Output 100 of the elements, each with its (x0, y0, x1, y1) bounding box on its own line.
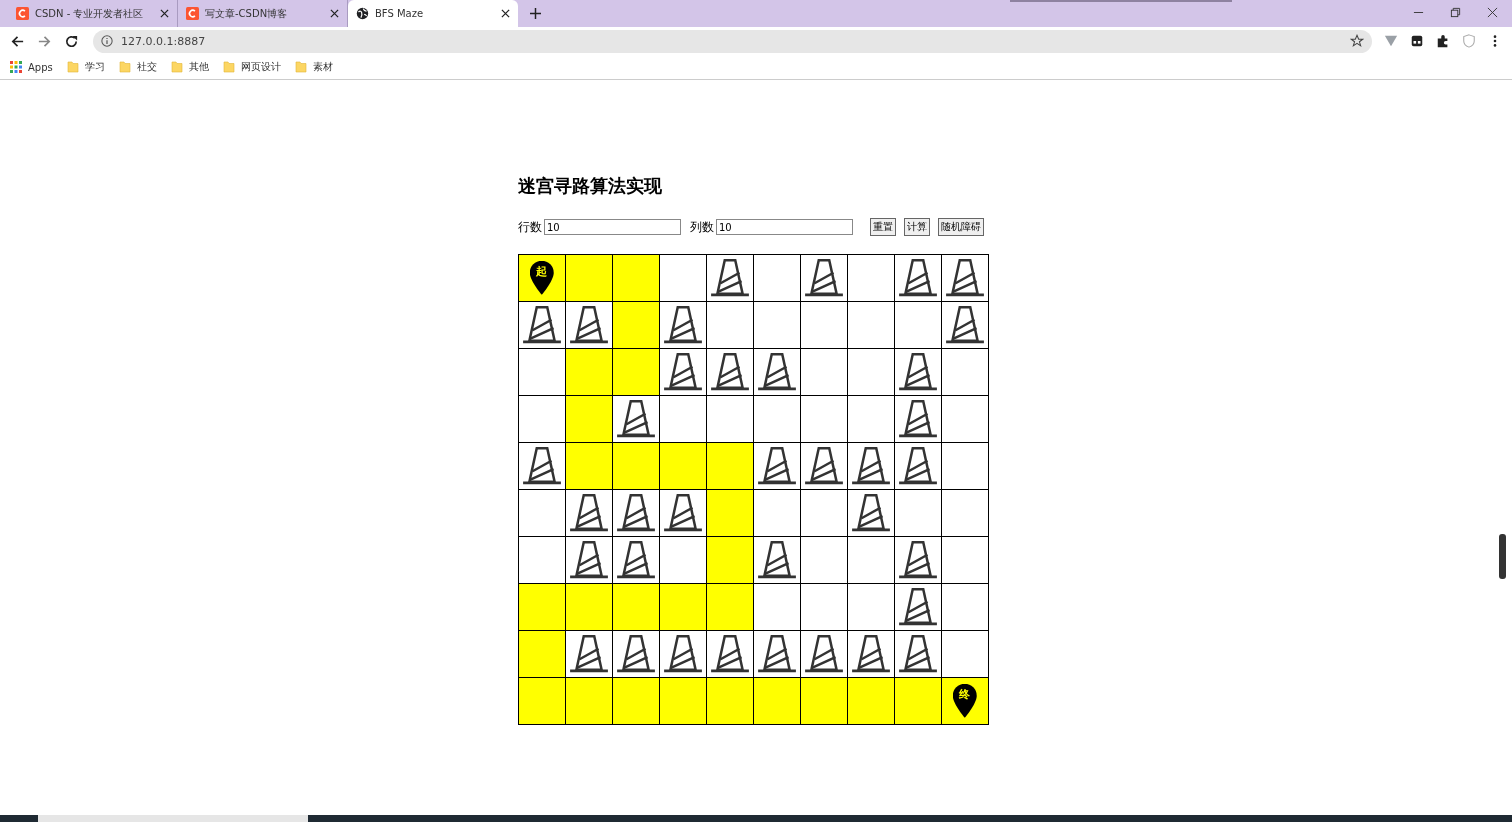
maze-cell[interactable] (848, 490, 894, 536)
browser-tab[interactable]: 写文章-CSDN博客 (178, 0, 348, 27)
reload-icon[interactable] (64, 33, 79, 49)
maze-cell[interactable] (801, 584, 847, 630)
extension-icon[interactable] (1410, 34, 1424, 48)
maze-cell[interactable] (801, 349, 847, 395)
maze-cell[interactable] (660, 490, 706, 536)
maze-cell[interactable] (566, 255, 612, 301)
maze-cell[interactable] (754, 443, 800, 489)
maze-cell[interactable] (895, 443, 941, 489)
maze-cell[interactable] (566, 349, 612, 395)
maze-cell[interactable] (848, 396, 894, 442)
maze-cell[interactable] (895, 631, 941, 677)
maze-cell[interactable] (613, 631, 659, 677)
maze-cell[interactable] (613, 584, 659, 630)
maze-cell[interactable] (801, 302, 847, 348)
maze-cell[interactable] (613, 490, 659, 536)
maze-cell[interactable] (942, 443, 988, 489)
maze-cell[interactable] (848, 678, 894, 724)
maze-cell[interactable] (660, 537, 706, 583)
maze-cell[interactable] (707, 584, 753, 630)
maze-cell[interactable] (942, 490, 988, 536)
close-icon[interactable] (501, 9, 510, 18)
maze-cell[interactable] (801, 678, 847, 724)
maze-cell[interactable] (754, 631, 800, 677)
new-tab-icon[interactable] (530, 8, 541, 19)
bookmark-item[interactable]: 其他 (170, 60, 209, 74)
maze-cell[interactable] (754, 678, 800, 724)
bookmark-item[interactable]: 网页设计 (222, 60, 281, 74)
maze-cell[interactable] (848, 584, 894, 630)
maze-cell[interactable] (942, 302, 988, 348)
maze-cell[interactable] (660, 443, 706, 489)
maze-cell[interactable] (519, 349, 565, 395)
maze-cell[interactable] (519, 302, 565, 348)
maze-cell[interactable] (519, 443, 565, 489)
bookmark-item[interactable]: 素材 (294, 60, 333, 74)
maze-cell[interactable] (895, 584, 941, 630)
maze-cell[interactable] (848, 302, 894, 348)
maze-cell[interactable] (754, 302, 800, 348)
maze-cell[interactable] (895, 302, 941, 348)
maze-cell[interactable] (613, 349, 659, 395)
maze-cell[interactable] (566, 631, 612, 677)
maze-cell[interactable] (660, 678, 706, 724)
maze-cell[interactable] (895, 678, 941, 724)
maze-cell[interactable] (895, 255, 941, 301)
maze-cell[interactable] (754, 255, 800, 301)
maze-cell[interactable] (848, 349, 894, 395)
shield-icon[interactable] (1462, 34, 1476, 48)
maze-cell[interactable] (754, 490, 800, 536)
taskbar-app[interactable] (38, 815, 308, 822)
maze-cell[interactable] (754, 537, 800, 583)
maze-cell[interactable] (707, 631, 753, 677)
maze-cell[interactable] (707, 396, 753, 442)
maze-cell[interactable]: 终 (942, 678, 988, 724)
star-icon[interactable] (1350, 34, 1364, 48)
maze-cell[interactable] (754, 396, 800, 442)
maze-cell[interactable] (519, 631, 565, 677)
maze-cell[interactable] (801, 490, 847, 536)
maze-cell[interactable] (519, 584, 565, 630)
close-icon[interactable] (330, 9, 339, 18)
maze-cell[interactable] (613, 443, 659, 489)
close-icon[interactable] (1487, 7, 1498, 18)
maze-cell[interactable] (754, 349, 800, 395)
bookmark-item[interactable]: 社交 (118, 60, 157, 74)
maze-cell[interactable] (613, 255, 659, 301)
maze-cell[interactable] (660, 255, 706, 301)
maze-cell[interactable] (660, 349, 706, 395)
puzzle-icon[interactable] (1436, 34, 1450, 48)
address-bar[interactable]: 127.0.0.1:8887 (93, 29, 1372, 53)
maze-cell[interactable] (801, 255, 847, 301)
maze-cell[interactable] (942, 631, 988, 677)
browser-tab[interactable]: CSDN - 专业开发者社区 (8, 0, 178, 27)
maze-cell[interactable] (519, 678, 565, 724)
maze-cell[interactable] (848, 255, 894, 301)
maze-cell[interactable] (848, 537, 894, 583)
maze-cell[interactable] (566, 443, 612, 489)
maze-cell[interactable] (707, 537, 753, 583)
maze-cell[interactable] (754, 584, 800, 630)
restore-icon[interactable] (1450, 7, 1461, 18)
maze-cell[interactable] (566, 678, 612, 724)
number-field[interactable]: 10 (544, 219, 681, 235)
maze-cell[interactable] (660, 302, 706, 348)
maze-cell[interactable] (613, 678, 659, 724)
maze-cell[interactable] (895, 490, 941, 536)
bookmark-item[interactable]: Apps (10, 61, 53, 73)
maze-cell[interactable] (801, 537, 847, 583)
maze-cell[interactable] (942, 255, 988, 301)
maze-cell[interactable] (660, 396, 706, 442)
maze-cell[interactable] (801, 396, 847, 442)
maze-cell[interactable] (660, 631, 706, 677)
maze-cell[interactable] (566, 490, 612, 536)
maze-cell[interactable] (566, 302, 612, 348)
maze-cell[interactable] (707, 255, 753, 301)
maze-cell[interactable] (895, 537, 941, 583)
maze-cell[interactable] (613, 396, 659, 442)
maze-cell[interactable] (613, 537, 659, 583)
maze-cell[interactable] (519, 396, 565, 442)
maze-cell[interactable] (942, 584, 988, 630)
maze-cell[interactable] (707, 349, 753, 395)
maze-cell[interactable]: 起 (519, 255, 565, 301)
